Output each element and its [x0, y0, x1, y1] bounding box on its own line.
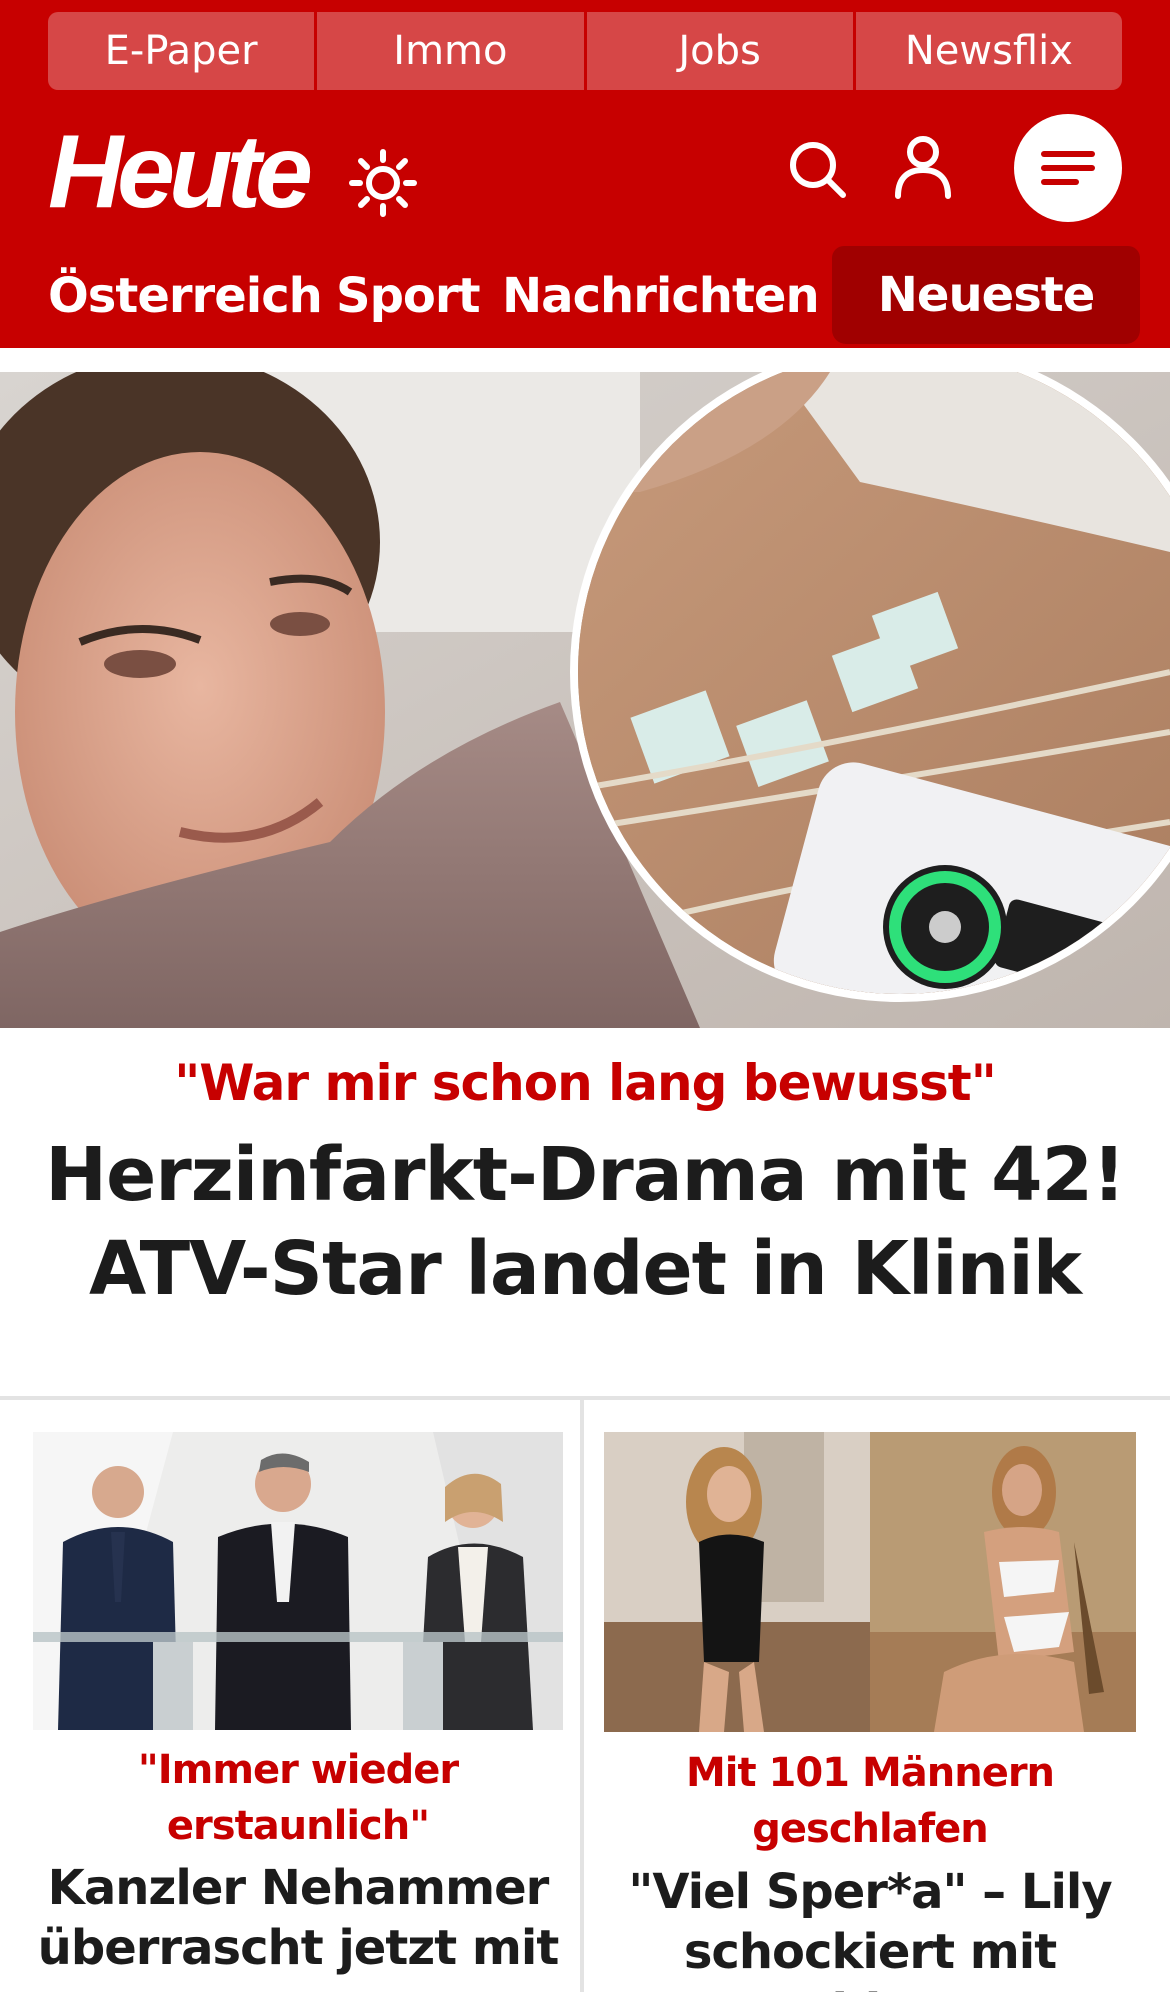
teaser-headline[interactable]: Kanzler Nehammer überrascht jetzt mit: [33, 1858, 563, 1978]
teaser-image-model[interactable]: [604, 1432, 1136, 1732]
top-links-bar: E-Paper Immo Jobs Newsflix: [48, 12, 1122, 90]
nav-item-sport[interactable]: Sport: [336, 248, 481, 344]
hero-image[interactable]: [0, 372, 1170, 1028]
column-divider: [580, 1400, 584, 1992]
nav-item-neueste[interactable]: Neueste: [832, 246, 1140, 344]
teaser-image-politicians[interactable]: [33, 1432, 563, 1730]
nav-item-nachrichten[interactable]: Nachrichten: [502, 248, 820, 344]
menu-icon: [1041, 151, 1095, 185]
top-link-jobs[interactable]: Jobs: [586, 12, 856, 90]
sun-icon[interactable]: [348, 148, 418, 218]
menu-button[interactable]: [1014, 114, 1122, 222]
top-link-newsflix[interactable]: Newsflix: [855, 12, 1122, 90]
site-header: E-Paper Immo Jobs Newsflix Heute Österre…: [0, 0, 1170, 348]
search-icon[interactable]: [786, 138, 848, 200]
hero-headline[interactable]: Herzinfarkt-Drama mit 42! ATV-Star lande…: [20, 1128, 1150, 1316]
hero-kicker[interactable]: "War mir schon lang bewusst": [0, 1054, 1170, 1112]
section-divider: [0, 1396, 1170, 1400]
main-nav: Österreich Sport Nachrichten Neueste: [0, 246, 1170, 348]
teaser-headline[interactable]: "Viel Sper*a" – Lily schockiert mit Vide…: [604, 1862, 1136, 1992]
heute-logo[interactable]: Heute: [48, 120, 313, 224]
teaser-kicker[interactable]: "Immer wieder erstaunlich": [33, 1742, 563, 1854]
user-icon[interactable]: [892, 134, 954, 200]
top-link-epaper[interactable]: E-Paper: [48, 12, 318, 90]
teaser-kicker[interactable]: Mit 101 Männern geschlafen: [604, 1745, 1136, 1857]
nav-item-oesterreich[interactable]: Österreich: [48, 248, 323, 344]
top-link-immo[interactable]: Immo: [317, 12, 587, 90]
